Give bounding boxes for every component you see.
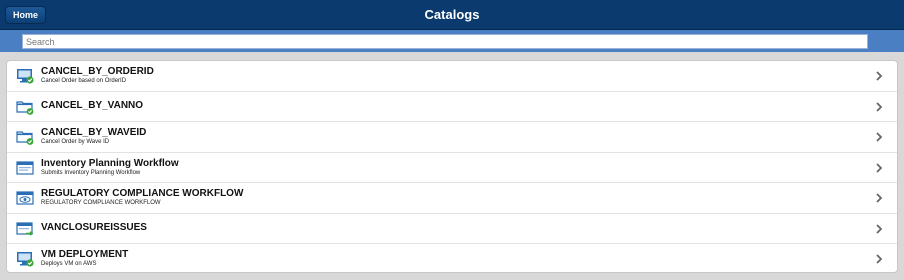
window-icon — [16, 160, 34, 175]
catalog-item-title: REGULATORY COMPLIANCE WORKFLOW — [41, 188, 244, 199]
catalog-item-subtitle: REGULATORY COMPLIANCE WORKFLOW — [41, 200, 161, 206]
search-bar — [0, 30, 904, 52]
chevron-right-icon — [876, 193, 883, 203]
catalog-item-cancel-by-orderid[interactable]: CANCEL_BY_ORDERID Cancel Order based on … — [7, 61, 897, 92]
app-header: Home Catalogs — [0, 0, 904, 30]
chevron-right-icon — [876, 101, 883, 112]
catalog-item-subtitle: Cancel Order by Wave ID — [41, 139, 110, 145]
catalog-item-title: VANCLOSUREISSUES — [41, 221, 147, 233]
catalog-item-regulatory-compliance-workflow[interactable]: REGULATORY COMPLIANCE WORKFLOW REGULATOR… — [7, 183, 897, 214]
catalog-item-title: CANCEL_BY_WAVEID — [41, 127, 147, 138]
eye-window-icon — [16, 191, 34, 205]
catalog-item-title: CANCEL_BY_VANNO — [41, 99, 144, 111]
window-arrow-icon — [16, 221, 34, 236]
chevron-right-icon — [876, 254, 883, 264]
chevron-right-icon — [876, 162, 883, 173]
catalog-item-title: VM DEPLOYMENT — [41, 249, 129, 260]
catalog-item-subtitle: Deploys VM on AWS — [41, 261, 97, 267]
catalog-item-cancel-by-waveid[interactable]: CANCEL_BY_WAVEID Cancel Order by Wave ID — [7, 122, 897, 153]
catalog-item-title: Inventory Planning Workflow — [41, 157, 179, 169]
catalog-item-subtitle: Cancel Order based on OrderID — [41, 78, 127, 84]
folder-check-icon — [16, 100, 34, 115]
catalog-item-vanclosureissues[interactable]: VANCLOSUREISSUES — [7, 214, 897, 244]
chevron-right-icon — [876, 223, 883, 234]
chevron-right-icon — [876, 132, 883, 142]
catalog-item-title: CANCEL_BY_ORDERID — [41, 66, 154, 77]
page-title: Catalogs — [424, 7, 480, 22]
folder-check-icon — [16, 131, 34, 145]
catalog-item-cancel-by-vanno[interactable]: CANCEL_BY_VANNO — [7, 92, 897, 122]
search-input[interactable] — [22, 34, 868, 49]
catalog-item-vm-deployment[interactable]: VM DEPLOYMENT Deploys VM on AWS — [7, 244, 897, 272]
catalog-list: CANCEL_BY_ORDERID Cancel Order based on … — [6, 60, 898, 273]
monitor-check-icon — [17, 69, 34, 84]
chevron-right-icon — [876, 71, 883, 81]
catalog-item-subtitle: Submits Inventory Planning Workflow — [41, 169, 141, 176]
catalog-item-inventory-planning-workflow[interactable]: Inventory Planning Workflow Submits Inve… — [7, 153, 897, 183]
monitor-check-icon — [17, 252, 34, 267]
